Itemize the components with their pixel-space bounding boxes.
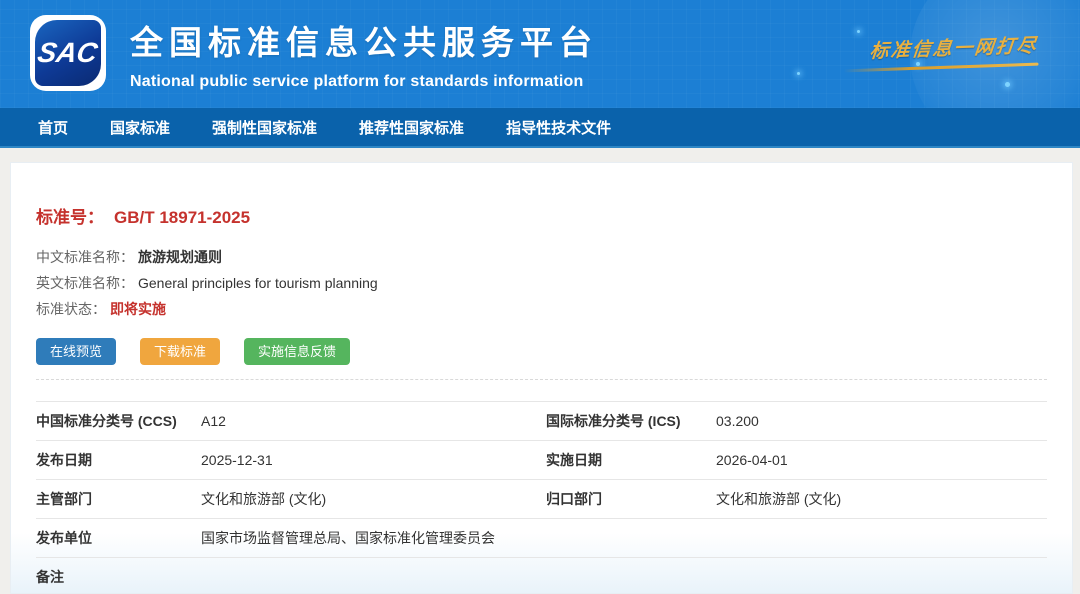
standard-number-label: 标准号： [36,208,104,227]
ccs-label: 中国标准分类号 (CCS) [36,411,201,431]
centralized-dept-label: 归口部门 [546,489,716,509]
action-buttons: 在线预览 下载标准 实施信息反馈 [36,338,1047,365]
implement-date-label: 实施日期 [546,450,716,470]
english-name-value: General principles for tourism planning [138,275,378,291]
field-chinese-name: 中文标准名称：旅游规划通则 [36,244,1047,270]
page-body: 标准号： GB/T 18971-2025 中文标准名称：旅游规划通则 英文标准名称… [0,148,1080,594]
ics-value: 03.200 [716,413,1047,429]
nav-item-recommended-standards[interactable]: 推荐性国家标准 [359,117,464,138]
ics-label: 国际标准分类号 (ICS) [546,411,716,431]
status-badge: 即将实施 [110,301,166,317]
implement-date-value: 2026-04-01 [716,452,1047,468]
online-preview-button[interactable]: 在线预览 [36,338,116,365]
field-status: 标准状态：即将实施 [36,296,1047,322]
site-title-block: 全国标准信息公共服务平台 National public service pla… [130,16,598,91]
competent-dept-label: 主管部门 [36,489,201,509]
standard-detail-table: 中国标准分类号 (CCS) A12 国际标准分类号 (ICS) 03.200 发… [36,401,1047,594]
site-header: SAC 全国标准信息公共服务平台 National public service… [0,0,1080,108]
standard-detail-card: 标准号： GB/T 18971-2025 中文标准名称：旅游规划通则 英文标准名称… [10,162,1073,594]
publish-date-label: 发布日期 [36,450,201,470]
issuing-unit-label: 发布单位 [36,528,201,548]
slogan-block: 标准信息一网打尽 [842,31,1038,73]
slogan-text: 标准信息一网打尽 [868,31,1039,64]
sac-logo-shape: SAC [35,20,101,86]
table-row-departments: 主管部门 文化和旅游部 (文化) 归口部门 文化和旅游部 (文化) [36,479,1047,518]
remarks-label: 备注 [36,567,201,587]
nav-item-home[interactable]: 首页 [38,117,68,138]
ccs-value: A12 [201,413,546,429]
competent-dept-value: 文化和旅游部 (文化) [201,489,546,509]
site-subtitle: National public service platform for sta… [130,73,598,91]
standard-number-heading: 标准号： GB/T 18971-2025 [36,203,1047,228]
download-standard-button[interactable]: 下载标准 [140,338,220,365]
chinese-name-value: 旅游规划通则 [138,249,222,265]
table-row-classification: 中国标准分类号 (CCS) A12 国际标准分类号 (ICS) 03.200 [36,401,1047,440]
table-row-dates: 发布日期 2025-12-31 实施日期 2026-04-01 [36,440,1047,479]
standard-number-value: GB/T 18971-2025 [114,208,250,227]
glow-dot [857,30,860,33]
glow-dot [797,72,800,75]
table-row-remarks: 备注 [36,557,1047,594]
implementation-feedback-button[interactable]: 实施信息反馈 [244,338,350,365]
table-row-issuing-unit: 发布单位 国家市场监督管理总局、国家标准化管理委员会 [36,518,1047,557]
english-name-label: 英文标准名称： [36,275,134,291]
publish-date-value: 2025-12-31 [201,452,546,468]
nav-item-national-standards[interactable]: 国家标准 [110,117,170,138]
chinese-name-label: 中文标准名称： [36,249,134,265]
centralized-dept-value: 文化和旅游部 (文化) [716,489,1047,509]
glow-dot [1005,82,1010,87]
sac-logo-text: SAC [36,37,101,69]
nav-item-mandatory-standards[interactable]: 强制性国家标准 [212,117,317,138]
main-nav: 首页 国家标准 强制性国家标准 推荐性国家标准 指导性技术文件 [0,108,1080,148]
issuing-unit-value: 国家市场监督管理总局、国家标准化管理委员会 [201,528,1047,548]
field-english-name: 英文标准名称：General principles for tourism pl… [36,270,1047,296]
site-title: 全国标准信息公共服务平台 [130,16,598,64]
sac-logo[interactable]: SAC [30,15,106,91]
dashed-divider [36,379,1047,380]
status-label: 标准状态： [36,301,106,317]
standard-fields: 中文标准名称：旅游规划通则 英文标准名称：General principles … [36,244,1047,322]
nav-item-guiding-documents[interactable]: 指导性技术文件 [506,117,611,138]
